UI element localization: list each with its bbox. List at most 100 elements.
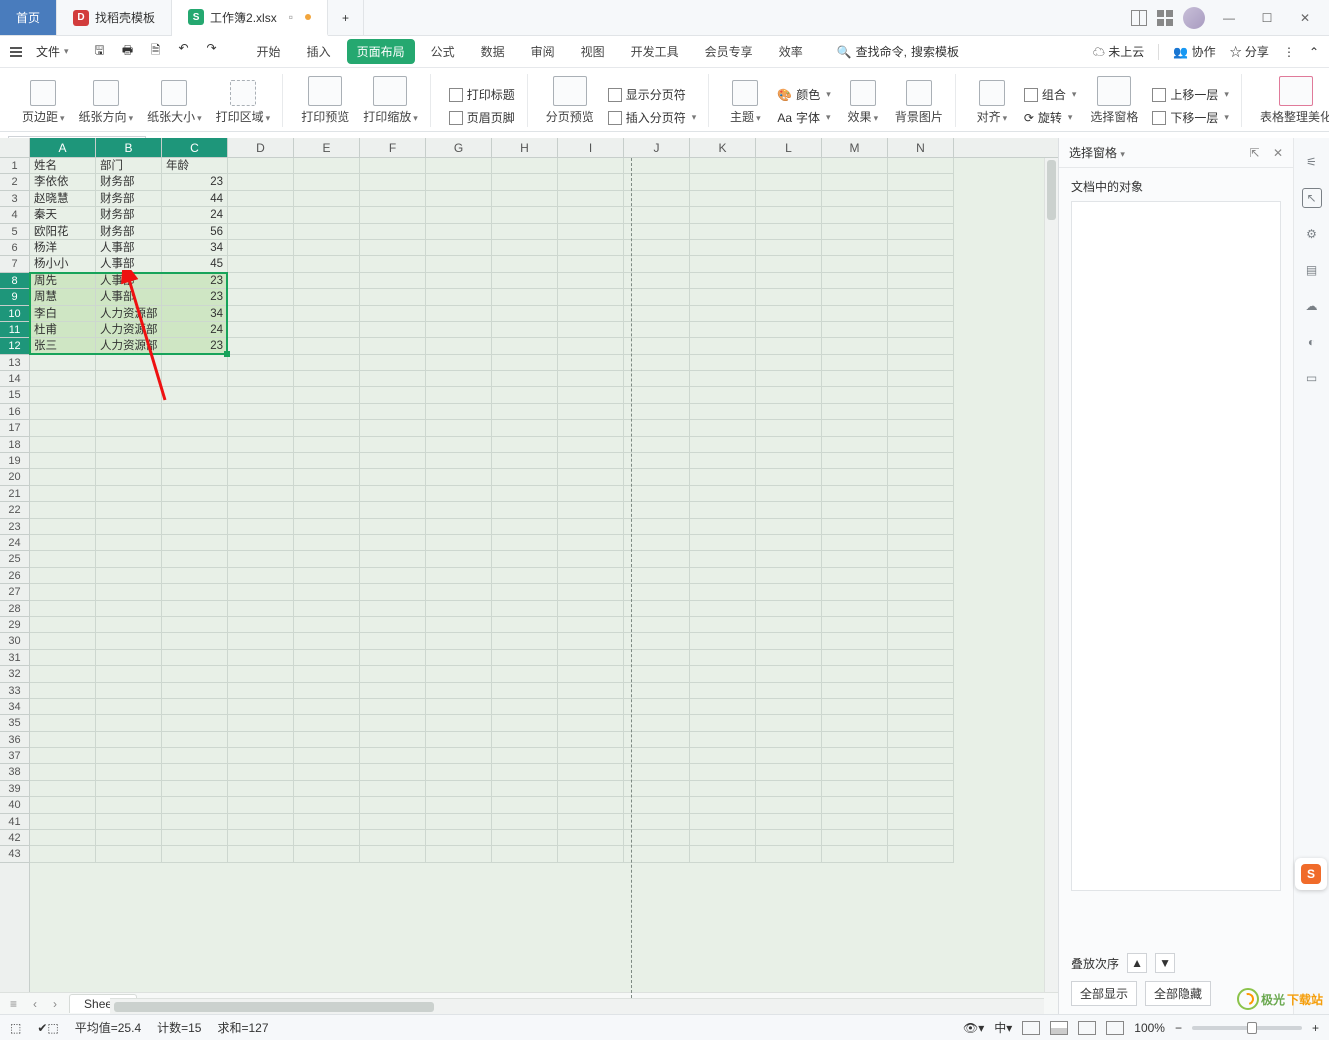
cell[interactable]	[30, 584, 96, 600]
cell[interactable]	[360, 224, 426, 240]
cell[interactable]	[426, 207, 492, 223]
cell[interactable]	[426, 191, 492, 207]
cell[interactable]	[228, 568, 294, 584]
row-header[interactable]: 22	[0, 502, 29, 518]
cell[interactable]	[294, 306, 360, 322]
cell[interactable]	[756, 207, 822, 223]
cell[interactable]: 赵晓慧	[30, 191, 96, 207]
cell[interactable]	[96, 535, 162, 551]
cell[interactable]	[492, 699, 558, 715]
cell[interactable]	[756, 715, 822, 731]
row-header[interactable]: 28	[0, 601, 29, 617]
cell[interactable]	[756, 797, 822, 813]
cell[interactable]	[492, 764, 558, 780]
cell[interactable]	[888, 437, 954, 453]
cell[interactable]	[360, 781, 426, 797]
cell[interactable]	[492, 846, 558, 862]
cell[interactable]: 23	[162, 174, 228, 190]
print-preview-button[interactable]: 打印预览	[297, 74, 353, 127]
cell[interactable]	[294, 781, 360, 797]
cell[interactable]	[756, 387, 822, 403]
cell[interactable]	[558, 519, 624, 535]
cell[interactable]	[624, 764, 690, 780]
cell[interactable]	[624, 224, 690, 240]
cell[interactable]	[162, 453, 228, 469]
cell[interactable]	[624, 535, 690, 551]
cell[interactable]	[162, 814, 228, 830]
cell[interactable]	[624, 256, 690, 272]
view-reader-icon[interactable]	[1106, 1021, 1124, 1035]
cell[interactable]	[690, 568, 756, 584]
cell[interactable]	[96, 633, 162, 649]
cell[interactable]	[492, 814, 558, 830]
cell[interactable]	[294, 633, 360, 649]
cell[interactable]	[624, 502, 690, 518]
cell[interactable]	[558, 371, 624, 387]
cell[interactable]	[822, 683, 888, 699]
cell[interactable]	[426, 420, 492, 436]
cell[interactable]	[162, 387, 228, 403]
print-quick-icon[interactable]: 🖶	[119, 41, 137, 62]
cell[interactable]	[426, 289, 492, 305]
cell[interactable]	[162, 519, 228, 535]
cell[interactable]	[426, 715, 492, 731]
cell[interactable]	[888, 273, 954, 289]
cell[interactable]	[492, 650, 558, 666]
cell[interactable]	[96, 584, 162, 600]
cell[interactable]	[690, 650, 756, 666]
cell[interactable]	[690, 158, 756, 174]
cell[interactable]	[162, 846, 228, 862]
cell[interactable]	[690, 387, 756, 403]
cell[interactable]	[96, 469, 162, 485]
cell[interactable]	[294, 519, 360, 535]
cell[interactable]	[690, 469, 756, 485]
cell[interactable]	[360, 601, 426, 617]
cell[interactable]	[888, 453, 954, 469]
row-header[interactable]: 43	[0, 846, 29, 862]
cell[interactable]	[756, 502, 822, 518]
cell[interactable]	[294, 584, 360, 600]
col-header[interactable]: B	[96, 138, 162, 157]
cell[interactable]	[822, 191, 888, 207]
row-header[interactable]: 13	[0, 355, 29, 371]
cell[interactable]: 秦天	[30, 207, 96, 223]
cell[interactable]	[756, 486, 822, 502]
cell[interactable]: 张三	[30, 338, 96, 354]
cell[interactable]	[756, 683, 822, 699]
col-header[interactable]: H	[492, 138, 558, 157]
cell[interactable]	[624, 191, 690, 207]
cell[interactable]	[426, 617, 492, 633]
cell[interactable]	[756, 191, 822, 207]
cell[interactable]	[426, 240, 492, 256]
cell[interactable]	[96, 814, 162, 830]
cell[interactable]	[162, 715, 228, 731]
cell[interactable]	[96, 387, 162, 403]
cell[interactable]	[624, 387, 690, 403]
cloud-status[interactable]: ☁ 未上云	[1093, 43, 1144, 60]
row-header[interactable]: 6	[0, 240, 29, 256]
eye-icon[interactable]: 👁▾	[963, 1021, 984, 1035]
select-all-corner[interactable]	[0, 138, 30, 158]
collab-button[interactable]: 👥 协作	[1173, 43, 1215, 60]
cell[interactable]	[162, 568, 228, 584]
theme-color-button[interactable]: 🎨颜色	[773, 85, 835, 104]
cell[interactable]	[624, 699, 690, 715]
cell[interactable]	[360, 568, 426, 584]
cell[interactable]	[888, 387, 954, 403]
cell[interactable]	[228, 830, 294, 846]
cell[interactable]	[228, 551, 294, 567]
col-header[interactable]: A	[30, 138, 96, 157]
cell[interactable]	[228, 240, 294, 256]
col-header[interactable]: N	[888, 138, 954, 157]
cell[interactable]	[558, 306, 624, 322]
cell[interactable]	[360, 715, 426, 731]
col-header[interactable]: J	[624, 138, 690, 157]
cell[interactable]: 部门	[96, 158, 162, 174]
cell[interactable]: 34	[162, 240, 228, 256]
show-page-break-button[interactable]: 显示分页符	[604, 85, 701, 104]
cell[interactable]	[492, 437, 558, 453]
orientation-button[interactable]: 纸张方向	[75, 78, 138, 127]
order-down-button[interactable]: ▼	[1155, 953, 1175, 973]
view-normal-icon[interactable]	[1022, 1021, 1040, 1035]
cell[interactable]	[624, 404, 690, 420]
